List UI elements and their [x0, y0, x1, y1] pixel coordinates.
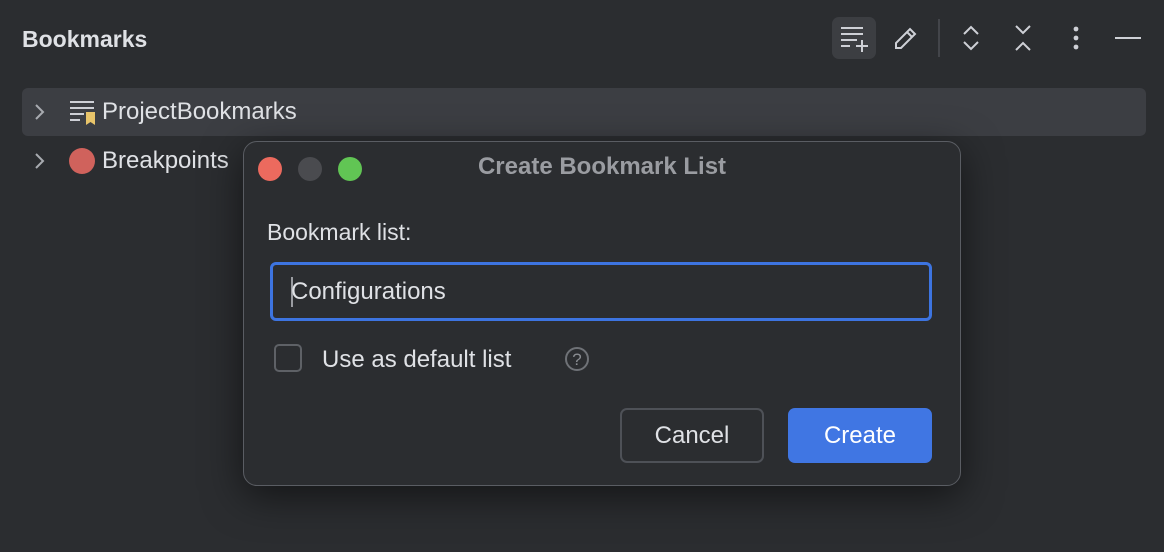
create-bookmark-list-dialog: Create Bookmark List Bookmark list: Conf…	[243, 141, 961, 486]
default-list-checkbox[interactable]	[274, 344, 302, 372]
more-options-icon	[1073, 26, 1079, 50]
edit-icon	[895, 27, 917, 49]
minimize-icon	[1115, 37, 1141, 39]
add-list-icon	[841, 27, 868, 52]
more-options-button[interactable]	[1054, 17, 1098, 59]
bookmark-list-value: Configurations	[291, 278, 446, 305]
expand-all-button[interactable]	[949, 17, 993, 59]
chevron-right-icon[interactable]	[30, 102, 60, 122]
edit-button[interactable]	[884, 17, 928, 59]
default-list-label[interactable]: Use as default list	[322, 346, 511, 374]
panel-title: Bookmarks	[22, 26, 148, 52]
bookmark-list-label: Bookmark list:	[267, 219, 412, 245]
list-item-project-bookmarks[interactable]: ProjectBookmarks	[22, 88, 1146, 136]
toolbar-divider	[938, 19, 940, 57]
collapse-all-button[interactable]	[1001, 17, 1045, 59]
list-item-label: ProjectBookmarks	[102, 98, 297, 125]
help-icon[interactable]: ?	[565, 347, 589, 371]
chevron-right-icon[interactable]	[30, 151, 60, 171]
bookmark-list-input[interactable]: Configurations	[270, 262, 932, 321]
dialog-title: Create Bookmark List	[477, 153, 727, 180]
create-button[interactable]: Create	[788, 408, 932, 463]
add-list-button[interactable]	[832, 17, 876, 59]
bookmark-list-icon	[66, 97, 100, 127]
minimize-button[interactable]	[1106, 17, 1150, 59]
collapse-all-icon	[1015, 25, 1031, 51]
breakpoint-icon	[66, 146, 100, 176]
expand-all-icon	[963, 25, 979, 51]
list-item-label: Breakpoints	[102, 147, 229, 174]
cancel-button[interactable]: Cancel	[620, 408, 764, 463]
